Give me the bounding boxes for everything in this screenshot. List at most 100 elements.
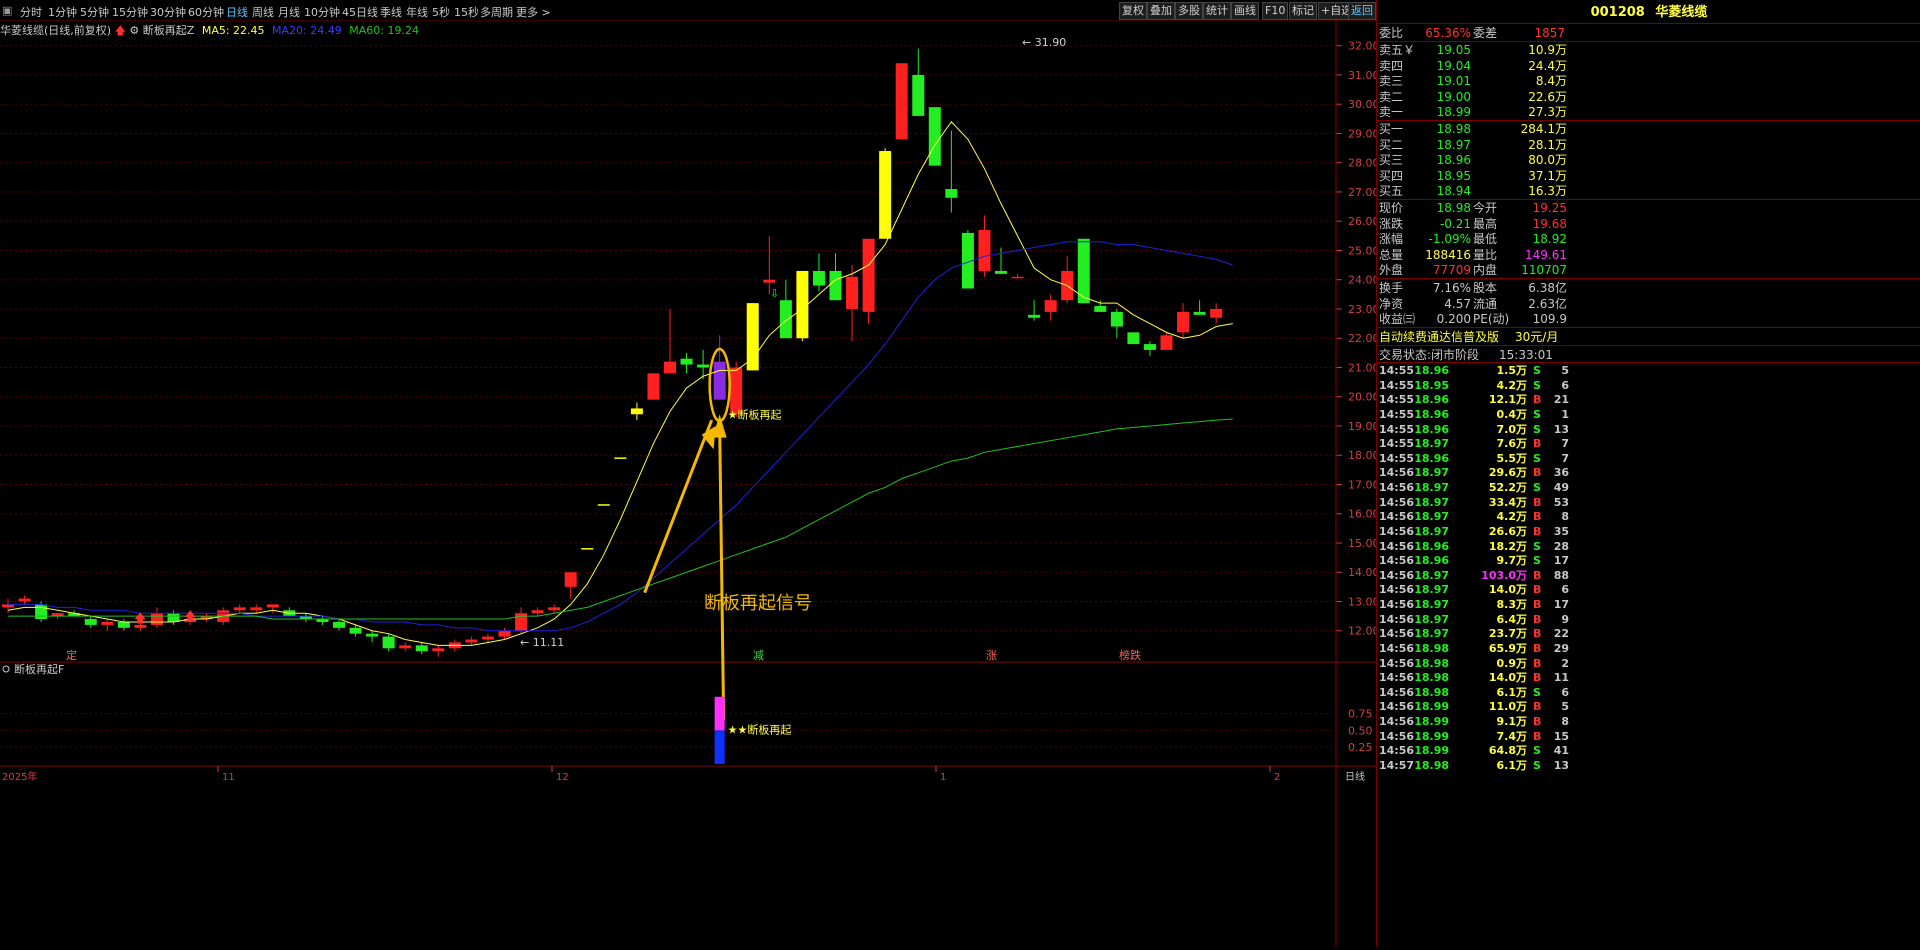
period-tab-6[interactable]: 日线: [226, 4, 248, 20]
period-tab-9[interactable]: 10分钟: [304, 4, 340, 20]
trade-price: 18.99: [1414, 700, 1449, 714]
event-marker[interactable]: 榜跌: [1119, 648, 1141, 662]
period-tab-2[interactable]: 5分钟: [80, 4, 109, 20]
period-tab-5[interactable]: 60分钟: [188, 4, 224, 20]
trade-tick-row: 14:56 18.97 29.6万 B 36: [1377, 466, 1920, 481]
toolbar-button-5[interactable]: F10: [1262, 2, 1289, 20]
trade-volume: 12.1万: [1488, 393, 1527, 407]
toolbar-button-1[interactable]: 叠加: [1147, 2, 1175, 20]
trade-count: 6: [1561, 685, 1569, 699]
trade-side: B: [1533, 568, 1542, 582]
candle: [283, 607, 296, 617]
period-tab-7[interactable]: 周线: [252, 4, 274, 20]
candle: [18, 595, 31, 605]
trade-price: 18.97: [1414, 598, 1449, 612]
chart-area[interactable]: 32.00 31.00 30.00 29.00 28.00 27.00 26.00 25.00…: [0, 20, 1380, 947]
ask-price: 19.04: [1436, 58, 1471, 73]
trade-price: 18.96: [1414, 393, 1449, 407]
period-tab-12[interactable]: 年线: [406, 4, 428, 20]
y-tick-label: 23.00: [1348, 303, 1376, 316]
period-tab-15[interactable]: 多周期: [480, 4, 513, 20]
trade-side: S: [1533, 481, 1541, 495]
period-tab-0[interactable]: 分时: [20, 4, 42, 20]
trade-price: 18.96: [1414, 422, 1449, 436]
period-tab-13[interactable]: 5秒: [432, 4, 450, 20]
candle: [647, 373, 660, 400]
candle: [995, 247, 1007, 274]
toolbar-button-3[interactable]: 统计: [1203, 2, 1231, 20]
toolbar-button-2[interactable]: 多股: [1175, 2, 1203, 20]
y-tick-label: 26.00: [1348, 215, 1376, 228]
x-axis-label: 12: [556, 772, 569, 783]
candle: [465, 636, 478, 646]
period-tab-11[interactable]: 季线: [380, 4, 402, 20]
period-tab-4[interactable]: 30分钟: [150, 4, 186, 20]
stat-row: 换手 7.16% 股本 6.38亿: [1377, 280, 1920, 296]
trade-count: 15: [1553, 729, 1569, 743]
menu-toggle-icon[interactable]: ▣: [2, 4, 12, 17]
candle: [1110, 308, 1123, 339]
period-tab-3[interactable]: 15分钟: [112, 4, 148, 20]
promo-price: 30元/月: [1515, 330, 1559, 344]
toolbar-button-8[interactable]: 返回: [1348, 2, 1376, 20]
trade-time: 14:55: [1379, 407, 1415, 421]
period-tab-14[interactable]: 15秒: [454, 4, 479, 20]
y-tick-label: 32.00: [1348, 40, 1376, 53]
trade-tick-row: 14:56 18.98 0.9万 B 2: [1377, 657, 1920, 672]
event-marker[interactable]: 减: [753, 649, 764, 662]
kline-chart[interactable]: 32.00 31.00 30.00 29.00 28.00 27.00 26.00 25.00…: [0, 20, 1380, 947]
weibi-row: 委比 65.36% 委差 1857: [1377, 25, 1920, 41]
trade-tick-row: 14:56 18.97 33.4万 B 53: [1377, 496, 1920, 511]
period-tab-16[interactable]: 更多 >: [516, 4, 551, 20]
period-tab-1[interactable]: 1分钟: [48, 4, 77, 20]
stat-row: 涨幅 -1.09% 最低 18.92: [1377, 231, 1920, 247]
candle: [515, 607, 528, 634]
period-tab-10[interactable]: 45日线: [342, 4, 378, 20]
trade-side: S: [1533, 539, 1541, 553]
candle: [664, 308, 676, 374]
candle: [829, 253, 842, 301]
sub-y-tick-label: 0.25: [1348, 741, 1373, 754]
candle: [1061, 256, 1074, 304]
promo-banner[interactable]: 自动续费通达信普及版 30元/月: [1377, 329, 1920, 345]
stat-label: 量比: [1473, 247, 1498, 262]
toolbar-button-0[interactable]: 复权: [1119, 2, 1147, 20]
sub-chart-title: 断板再起F: [14, 662, 64, 676]
toolbar-button-4[interactable]: 画线: [1231, 2, 1259, 20]
candle: [2, 598, 14, 614]
trade-time: 14:56: [1379, 700, 1415, 714]
stock-code: 001208: [1590, 5, 1645, 20]
trade-time: 14:56: [1379, 539, 1415, 553]
stat-value: 110707: [1521, 263, 1567, 277]
candle: [763, 235, 776, 295]
candle: [382, 633, 395, 652]
signal-bar-top: [714, 696, 725, 731]
trade-time: 14:56: [1379, 568, 1415, 582]
period-tab-8[interactable]: 月线: [278, 4, 300, 20]
ask-volume: 10.9万: [1528, 43, 1567, 57]
trade-tick-row: 14:56 18.97 8.3万 B 17: [1377, 598, 1920, 613]
promo-text: 自动续费通达信普及版: [1379, 330, 1500, 344]
trade-tick-row: 14:56 18.97 4.2万 B 8: [1377, 510, 1920, 525]
bid-price: 18.97: [1436, 137, 1471, 152]
trade-side: B: [1533, 656, 1542, 670]
trade-tick-row: 14:56 18.99 64.8万 S 41: [1377, 744, 1920, 759]
ask-volume: 27.3万: [1528, 105, 1567, 119]
trade-tick-row: 14:55 18.96 5.5万 S 7: [1377, 452, 1920, 467]
trade-tick-row: 14:56 18.99 9.1万 B 8: [1377, 715, 1920, 730]
candle: [84, 616, 97, 628]
trade-count: 17: [1553, 554, 1569, 568]
stat-label: 内盘: [1473, 263, 1498, 277]
toolbar-button-6[interactable]: 标记: [1289, 2, 1317, 20]
annotation-text: 断板再起信号: [704, 593, 812, 614]
candle: [250, 604, 263, 614]
candle: [746, 303, 759, 371]
ask-volume: 22.6万: [1528, 89, 1567, 104]
trade-tick-row: 14:55 18.96 7.0万 S 13: [1377, 423, 1920, 438]
trade-volume: 4.2万: [1496, 510, 1528, 524]
y-tick-label: 22.00: [1348, 332, 1376, 345]
event-marker[interactable]: 定: [66, 648, 77, 662]
event-marker[interactable]: 涨: [986, 649, 997, 662]
sub-signal-label: ★★断板再起: [728, 722, 792, 736]
stat-row: 总量 188416 量比 149.61: [1377, 247, 1920, 263]
